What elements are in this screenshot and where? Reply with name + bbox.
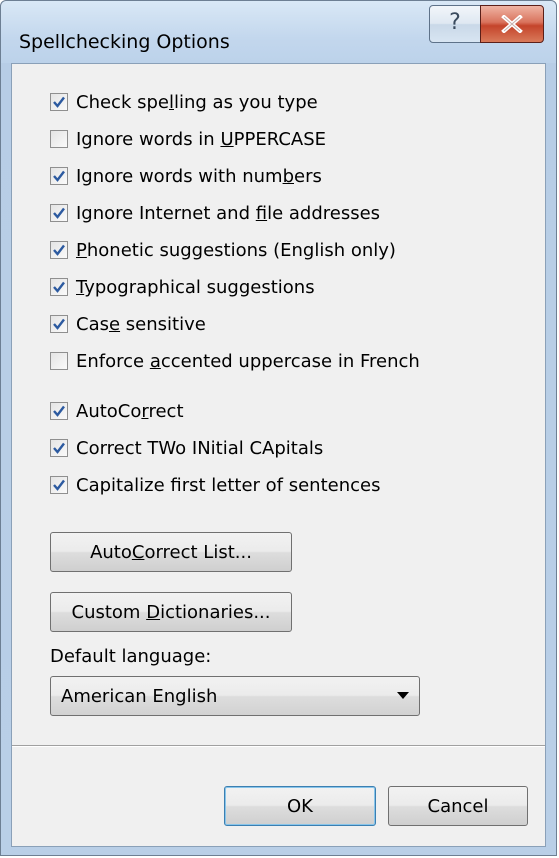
checkbox-row[interactable]: Check spelling as you type [50, 88, 318, 116]
autocorrect-list-label: AutoCorrect List... [90, 541, 252, 563]
checkbox[interactable] [50, 476, 68, 494]
checkbox-row[interactable]: Enforce accented uppercase in French [50, 347, 420, 375]
checkbox[interactable] [50, 204, 68, 222]
checkmark-icon [53, 442, 65, 454]
dialog-body: Check spelling as you type Ignore words i… [11, 63, 546, 847]
checkbox[interactable] [50, 93, 68, 111]
chevron-down-icon [397, 692, 409, 699]
checkbox-label: Ignore words with numbers [76, 165, 322, 187]
checkbox-label: Check spelling as you type [76, 91, 318, 113]
checkmark-icon [53, 479, 65, 491]
footer-divider [12, 745, 545, 747]
checkmark-icon [53, 318, 65, 330]
checkbox-row[interactable]: Ignore words in UPPERCASE [50, 125, 326, 153]
checkbox-label: Typographical suggestions [76, 276, 315, 298]
checkmark-icon [53, 96, 65, 108]
checkbox[interactable] [50, 402, 68, 420]
title-bar[interactable]: Spellchecking Options ? [1, 1, 556, 63]
checkbox-row[interactable]: AutoCorrect [50, 397, 184, 425]
custom-dictionaries-button[interactable]: Custom Dictionaries... [50, 592, 292, 632]
help-icon: ? [449, 10, 461, 35]
dialog-title: Spellchecking Options [19, 31, 230, 53]
checkbox-row[interactable]: Capitalize first letter of sentences [50, 471, 380, 499]
checkbox-label: Capitalize first letter of sentences [76, 474, 381, 496]
autocorrect-list-button[interactable]: AutoCorrect List... [50, 532, 292, 572]
checkmark-icon [53, 405, 65, 417]
spellchecking-options-dialog: Spellchecking Options ? Check spelling a… [0, 0, 557, 856]
custom-dictionaries-label: Custom Dictionaries... [71, 601, 271, 623]
checkmark-icon [53, 281, 65, 293]
checkbox[interactable] [50, 439, 68, 457]
checkbox[interactable] [50, 352, 68, 370]
close-icon [501, 14, 523, 34]
checkbox[interactable] [50, 241, 68, 259]
close-button[interactable] [480, 5, 544, 43]
cancel-label: Cancel [427, 795, 489, 817]
checkbox-label: Ignore Internet and file addresses [76, 202, 381, 224]
checkbox-label: Case sensitive [76, 313, 206, 335]
checkbox-row[interactable]: Case sensitive [50, 310, 206, 338]
checkmark-icon [53, 244, 65, 256]
checkbox-row[interactable]: Ignore words with numbers [50, 162, 322, 190]
checkbox[interactable] [50, 167, 68, 185]
ok-button[interactable]: OK [224, 786, 376, 826]
checkbox-label: Enforce accented uppercase in French [76, 350, 420, 372]
checkbox-label: Ignore words in UPPERCASE [76, 128, 326, 150]
checkbox[interactable] [50, 315, 68, 333]
ok-label: OK [287, 795, 313, 817]
cancel-button[interactable]: Cancel [388, 786, 528, 826]
checkmark-icon [53, 170, 65, 182]
checkbox-row[interactable]: Phonetic suggestions (English only) [50, 236, 396, 264]
checkmark-icon [53, 207, 65, 219]
help-button[interactable]: ? [429, 5, 481, 43]
checkbox-row[interactable]: Typographical suggestions [50, 273, 315, 301]
checkbox[interactable] [50, 278, 68, 296]
checkbox-row[interactable]: Ignore Internet and file addresses [50, 199, 380, 227]
checkbox-label: Correct TWo INitial CApitals [76, 437, 324, 459]
default-language-select[interactable]: American English [50, 676, 420, 716]
checkbox-label: Phonetic suggestions (English only) [76, 239, 396, 261]
checkbox[interactable] [50, 130, 68, 148]
default-language-value: American English [61, 686, 218, 707]
checkbox-row[interactable]: Correct TWo INitial CApitals [50, 434, 323, 462]
checkbox-label: AutoCorrect [76, 400, 184, 422]
default-language-label: Default language: [50, 646, 212, 667]
